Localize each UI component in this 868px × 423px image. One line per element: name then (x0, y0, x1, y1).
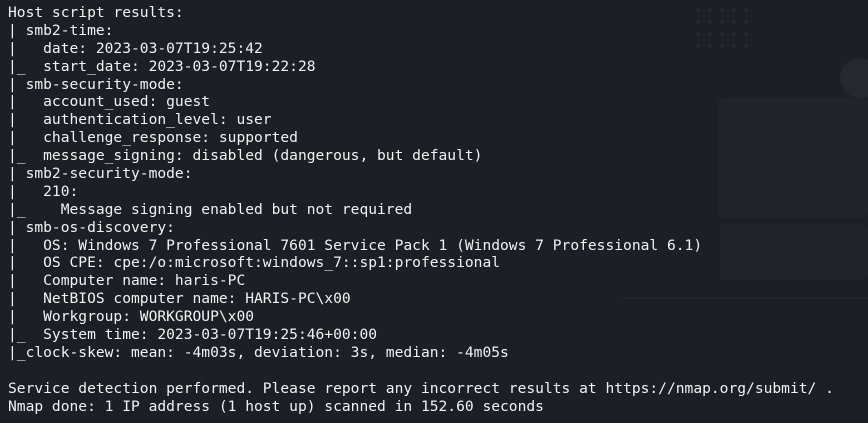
terminal-output: Host script results: | smb2-time: | date… (8, 4, 834, 415)
output-line-account-used: | account_used: guest (8, 93, 211, 111)
output-line-service-detection: Service detection performed. Please repo… (8, 379, 834, 397)
output-line-date: | date: 2023-03-07T19:25:42 (8, 39, 263, 57)
output-line-smb2-time: | smb2-time: (8, 21, 114, 39)
output-line-smb-os-discovery: | smb-os-discovery: (8, 218, 175, 236)
output-line-smb-security-mode: | smb-security-mode: (8, 75, 184, 93)
output-line-smb2-security-mode: | smb2-security-mode: (8, 165, 193, 183)
output-line-message-signing: |_ message_signing: disabled (dangerous,… (8, 147, 483, 165)
output-line-system-time: |_ System time: 2023-03-07T19:25:46+00:0… (8, 326, 378, 344)
output-line-netbios-name: | NetBIOS computer name: HARIS-PC\x00 (8, 290, 351, 308)
output-line-signing-note: |_ Message signing enabled but not requi… (8, 200, 413, 218)
output-line-computer-name: | Computer name: haris-PC (8, 272, 246, 290)
output-line-header: Host script results: (8, 4, 184, 21)
output-line-blank (8, 362, 834, 380)
output-line-workgroup: | Workgroup: WORKGROUP\x00 (8, 308, 255, 326)
output-line-start-date: |_ start_date: 2023-03-07T19:22:28 (8, 57, 316, 75)
terminal-window[interactable]: Host script results: | smb2-time: | date… (0, 0, 868, 423)
output-line-challenge-response: | challenge_response: supported (8, 129, 298, 147)
output-line-os: | OS: Windows 7 Professional 7601 Servic… (8, 236, 703, 254)
output-line-authentication-level: | authentication_level: user (8, 111, 272, 129)
output-line-nmap-done: Nmap done: 1 IP address (1 host up) scan… (8, 397, 544, 415)
output-line-clock-skew: |_clock-skew: mean: -4m03s, deviation: 3… (8, 343, 509, 361)
background-circle (840, 58, 868, 98)
output-line-210: | 210: (8, 182, 79, 200)
output-line-os-cpe: | OS CPE: cpe:/o:microsoft:windows_7::sp… (8, 254, 501, 272)
